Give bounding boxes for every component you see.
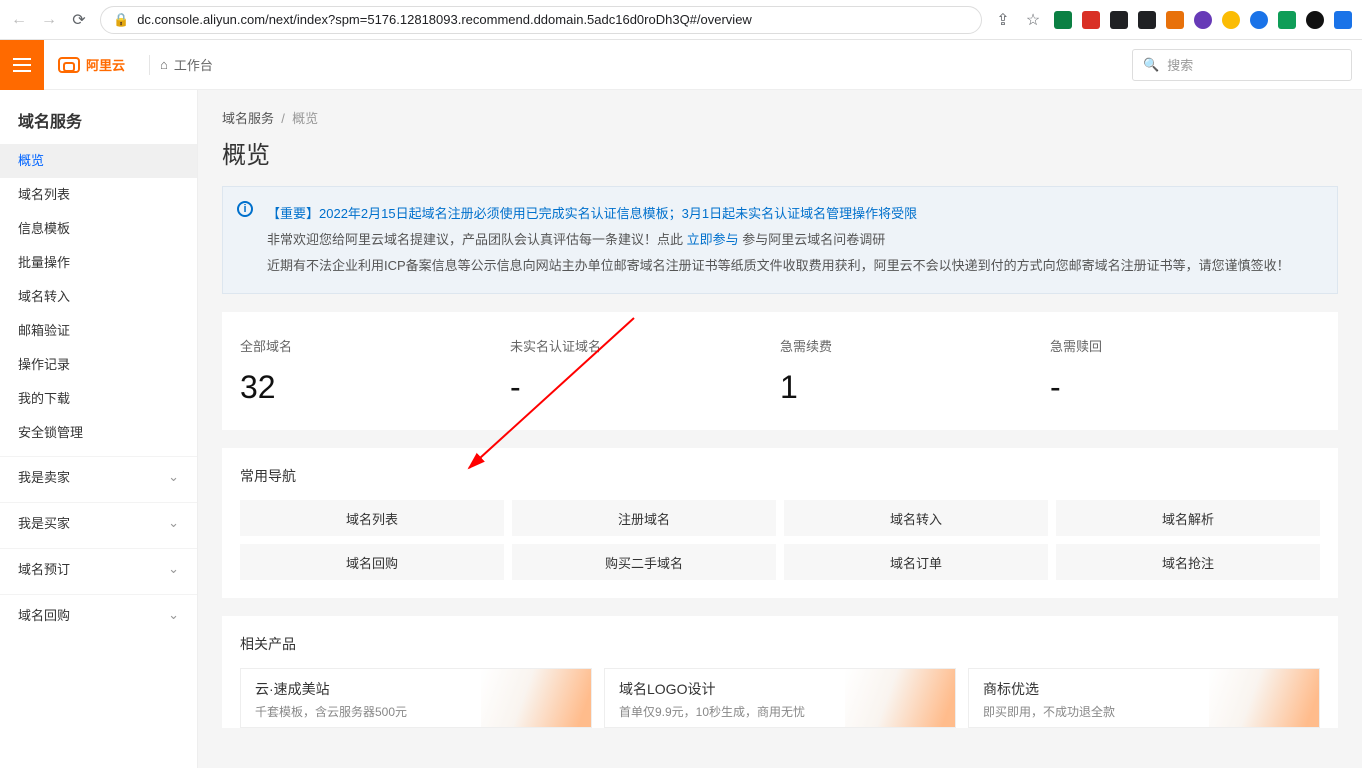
workbench-link[interactable]: ⌂ 工作台 <box>160 55 213 74</box>
stat-label: 急需续费 <box>780 336 1050 355</box>
product-decoration <box>845 669 955 727</box>
sidebar-item-log[interactable]: 操作记录 <box>0 348 197 382</box>
extension-icons <box>1054 11 1352 29</box>
stats-panel: 全部域名 32 未实名认证域名 - 急需续费 1 急需赎回 - <box>222 312 1338 430</box>
notice-panel: i 【重要】2022年2月15日起域名注册必须使用已完成实名认证信息模板；3月1… <box>222 186 1338 294</box>
share-icon[interactable]: ⇪ <box>994 11 1012 29</box>
browser-toolbar: ← → ⟳ 🔒 dc.console.aliyun.com/next/index… <box>0 0 1362 40</box>
star-icon[interactable]: ☆ <box>1024 11 1042 29</box>
ext-icon[interactable] <box>1110 11 1128 29</box>
lock-icon: 🔒 <box>113 12 129 28</box>
nav-snatch[interactable]: 域名抢注 <box>1056 544 1320 580</box>
chevron-down-icon: ⌄ <box>168 607 179 623</box>
search-placeholder: 搜索 <box>1167 55 1193 74</box>
sidebar-item-download[interactable]: 我的下载 <box>0 382 197 416</box>
sidebar-group-label: 域名预订 <box>18 559 70 578</box>
back-icon[interactable]: ← <box>10 11 28 29</box>
product-site-builder[interactable]: 云·速成美站 千套模板，含云服务器500元 <box>240 668 592 728</box>
ext-icon[interactable] <box>1306 11 1324 29</box>
sidebar-item-transfer-in[interactable]: 域名转入 <box>0 280 197 314</box>
sidebar-item-batch[interactable]: 批量操作 <box>0 246 197 280</box>
ext-icon[interactable] <box>1222 11 1240 29</box>
reload-icon[interactable]: ⟳ <box>70 11 88 29</box>
chevron-down-icon: ⌄ <box>168 515 179 531</box>
sidebar-item-overview[interactable]: 概览 <box>0 144 197 178</box>
ext-icon[interactable] <box>1194 11 1212 29</box>
main-content: 域名服务 / 概览 概览 i 【重要】2022年2月15日起域名注册必须使用已完… <box>198 90 1362 768</box>
notice-important-link[interactable]: 【重要】2022年2月15日起域名注册必须使用已完成实名认证信息模板；3月1日起… <box>267 206 917 221</box>
sidebar-group-buyback[interactable]: 域名回购 ⌄ <box>0 594 197 634</box>
home-icon: ⌂ <box>160 57 168 72</box>
stat-value: 1 <box>780 369 1050 406</box>
ext-icon[interactable] <box>1166 11 1184 29</box>
chevron-down-icon: ⌄ <box>168 561 179 577</box>
notice-text: 近期有不法企业利用ICP备案信息等公示信息向网站主办单位邮寄域名注册证书等纸质文… <box>267 253 1321 279</box>
logo-icon <box>58 57 80 73</box>
sidebar-item-lock[interactable]: 安全锁管理 <box>0 416 197 450</box>
breadcrumb: 域名服务 / 概览 <box>222 108 1338 127</box>
ext-icon[interactable] <box>1082 11 1100 29</box>
sidebar-item-info-template[interactable]: 信息模板 <box>0 212 197 246</box>
nav-register[interactable]: 注册域名 <box>512 500 776 536</box>
ext-icon[interactable] <box>1138 11 1156 29</box>
notice-text: 非常欢迎您给阿里云域名提建议，产品团队会认真评估每一条建议！点此 <box>267 232 687 247</box>
stat-renew[interactable]: 急需续费 1 <box>780 336 1050 406</box>
divider <box>149 55 150 75</box>
workbench-label: 工作台 <box>174 55 213 74</box>
stat-value: - <box>1050 369 1320 406</box>
brand-text: 阿里云 <box>86 55 125 74</box>
breadcrumb-root[interactable]: 域名服务 <box>222 111 274 126</box>
sidebar: 域名服务 概览 域名列表 信息模板 批量操作 域名转入 邮箱验证 操作记录 我的… <box>0 90 198 768</box>
stat-unverified[interactable]: 未实名认证域名 - <box>510 336 780 406</box>
search-input[interactable]: 🔍 搜索 <box>1132 49 1352 81</box>
stat-label: 急需赎回 <box>1050 336 1320 355</box>
product-trademark[interactable]: 商标优选 即买即用，不成功退全款 <box>968 668 1320 728</box>
product-logo-design[interactable]: 域名LOGO设计 首单仅9.9元，10秒生成，商用无忧 <box>604 668 956 728</box>
nav-resolve[interactable]: 域名解析 <box>1056 500 1320 536</box>
card-title: 相关产品 <box>240 634 1320 654</box>
products-card: 相关产品 云·速成美站 千套模板，含云服务器500元 域名LOGO设计 首单仅9… <box>222 616 1338 728</box>
product-decoration <box>1209 669 1319 727</box>
ext-icon[interactable] <box>1054 11 1072 29</box>
sidebar-item-email-verify[interactable]: 邮箱验证 <box>0 314 197 348</box>
breadcrumb-current: 概览 <box>292 111 318 126</box>
page-title: 概览 <box>222 135 1338 170</box>
ext-icon[interactable] <box>1250 11 1268 29</box>
sidebar-item-domain-list[interactable]: 域名列表 <box>0 178 197 212</box>
stat-redeem[interactable]: 急需赎回 - <box>1050 336 1320 406</box>
nav-domain-list[interactable]: 域名列表 <box>240 500 504 536</box>
stat-value: 32 <box>240 369 510 406</box>
top-bar: 阿里云 ⌂ 工作台 🔍 搜索 <box>0 40 1362 90</box>
nav-secondhand[interactable]: 购买二手域名 <box>512 544 776 580</box>
sidebar-group-label: 域名回购 <box>18 605 70 624</box>
sidebar-group-label: 我是买家 <box>18 513 70 532</box>
notice-survey-link[interactable]: 立即参与 <box>687 232 739 247</box>
nav-transfer-in[interactable]: 域名转入 <box>784 500 1048 536</box>
address-bar[interactable]: 🔒 dc.console.aliyun.com/next/index?spm=5… <box>100 6 982 34</box>
chevron-down-icon: ⌄ <box>168 469 179 485</box>
sidebar-group-seller[interactable]: 我是卖家 ⌄ <box>0 456 197 496</box>
info-icon: i <box>237 201 253 217</box>
product-decoration <box>481 669 591 727</box>
stat-value: - <box>510 369 780 406</box>
sidebar-group-buyer[interactable]: 我是买家 ⌄ <box>0 502 197 542</box>
notice-text: 参与阿里云域名问卷调研 <box>739 232 886 247</box>
card-title: 常用导航 <box>240 466 1320 486</box>
stat-all-domains[interactable]: 全部域名 32 <box>240 336 510 406</box>
nav-buyback[interactable]: 域名回购 <box>240 544 504 580</box>
sidebar-group-label: 我是卖家 <box>18 467 70 486</box>
ext-icon[interactable] <box>1278 11 1296 29</box>
ext-icon[interactable] <box>1334 11 1352 29</box>
stat-label: 未实名认证域名 <box>510 336 780 355</box>
brand-logo[interactable]: 阿里云 <box>44 55 139 74</box>
search-icon: 🔍 <box>1143 57 1159 73</box>
sidebar-title: 域名服务 <box>0 108 197 144</box>
url-text: dc.console.aliyun.com/next/index?spm=517… <box>137 12 752 27</box>
quick-nav-card: 常用导航 域名列表 注册域名 域名转入 域名解析 域名回购 购买二手域名 域名订… <box>222 448 1338 598</box>
forward-icon[interactable]: → <box>40 11 58 29</box>
nav-orders[interactable]: 域名订单 <box>784 544 1048 580</box>
stat-label: 全部域名 <box>240 336 510 355</box>
menu-toggle-button[interactable] <box>0 40 44 90</box>
sidebar-group-preorder[interactable]: 域名预订 ⌄ <box>0 548 197 588</box>
